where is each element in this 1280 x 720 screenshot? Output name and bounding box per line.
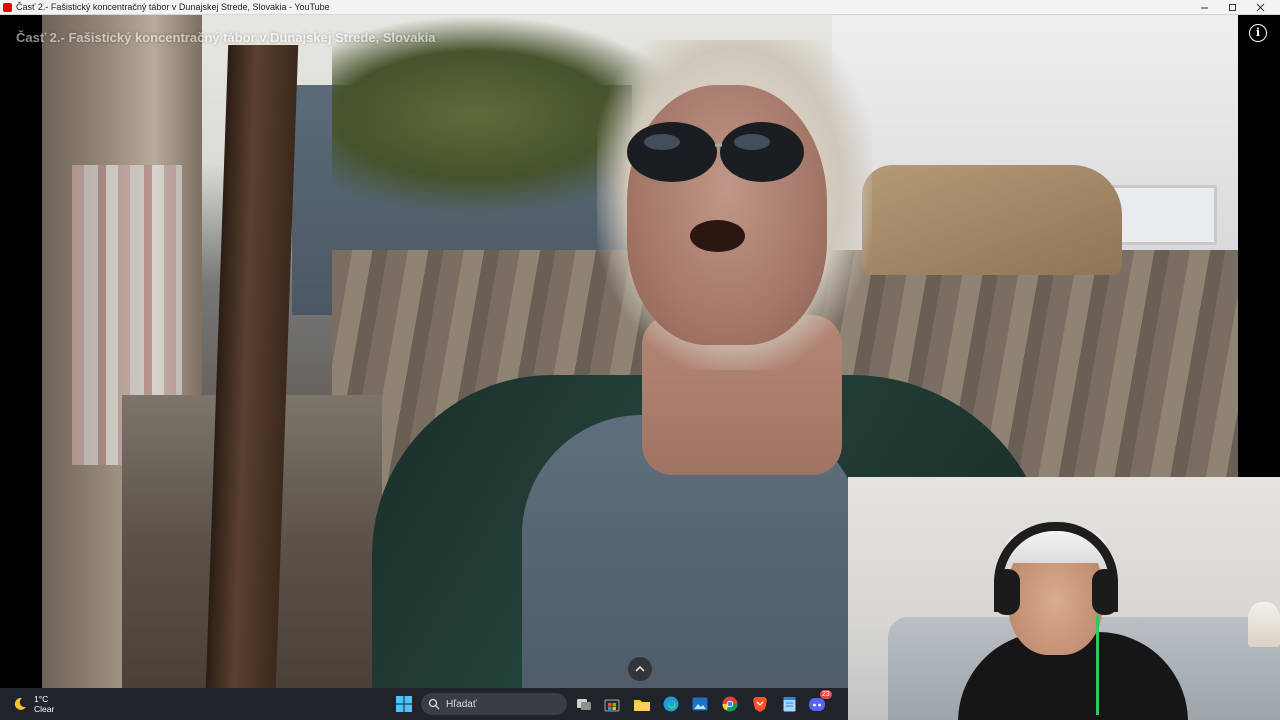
photos-icon[interactable] <box>690 694 710 714</box>
brave-icon[interactable] <box>750 694 770 714</box>
youtube-app-icon <box>3 3 12 12</box>
maximize-button[interactable] <box>1218 0 1246 15</box>
search-icon <box>428 698 440 710</box>
weather-widget[interactable]: 1°C Clear <box>12 692 54 716</box>
sunglasses <box>627 122 804 182</box>
chevron-up-icon[interactable] <box>628 657 652 681</box>
webcam-overlay <box>848 477 1280 720</box>
window-title-bar: Časť 2.- Fašistický koncentračný tábor v… <box>0 0 1280 15</box>
edge-icon[interactable] <box>661 694 681 714</box>
lamp <box>1248 602 1280 647</box>
window-title: Časť 2.- Fašistický koncentračný tábor v… <box>16 2 330 12</box>
weather-temperature: 1°C <box>34 694 49 704</box>
moon-icon <box>14 697 26 710</box>
minimize-button[interactable] <box>1190 0 1218 15</box>
discord-icon[interactable]: 23 <box>808 690 832 714</box>
scene-tarp <box>862 165 1122 275</box>
task-view-icon[interactable] <box>574 694 594 714</box>
store-icon[interactable] <box>602 694 622 714</box>
chrome-icon[interactable] <box>720 694 740 714</box>
weather-condition: Clear <box>34 704 55 714</box>
headphones-left-cup <box>994 569 1020 615</box>
video-title[interactable]: Časť 2.- Fašistický koncentračný tábor v… <box>16 30 436 45</box>
discord-notification-badge: 23 <box>820 690 832 699</box>
person-mouth <box>690 220 745 252</box>
file-explorer-icon[interactable] <box>632 694 652 714</box>
search-placeholder: Hľadať <box>446 698 477 710</box>
taskbar-search[interactable]: Hľadať <box>421 693 567 715</box>
headphones-right-cup <box>1092 569 1118 615</box>
windows-start-icon[interactable] <box>394 694 414 714</box>
notepad-icon[interactable] <box>779 694 799 714</box>
info-icon[interactable]: i <box>1249 24 1267 42</box>
headphones-cable <box>1096 615 1099 715</box>
close-button[interactable] <box>1246 0 1274 15</box>
